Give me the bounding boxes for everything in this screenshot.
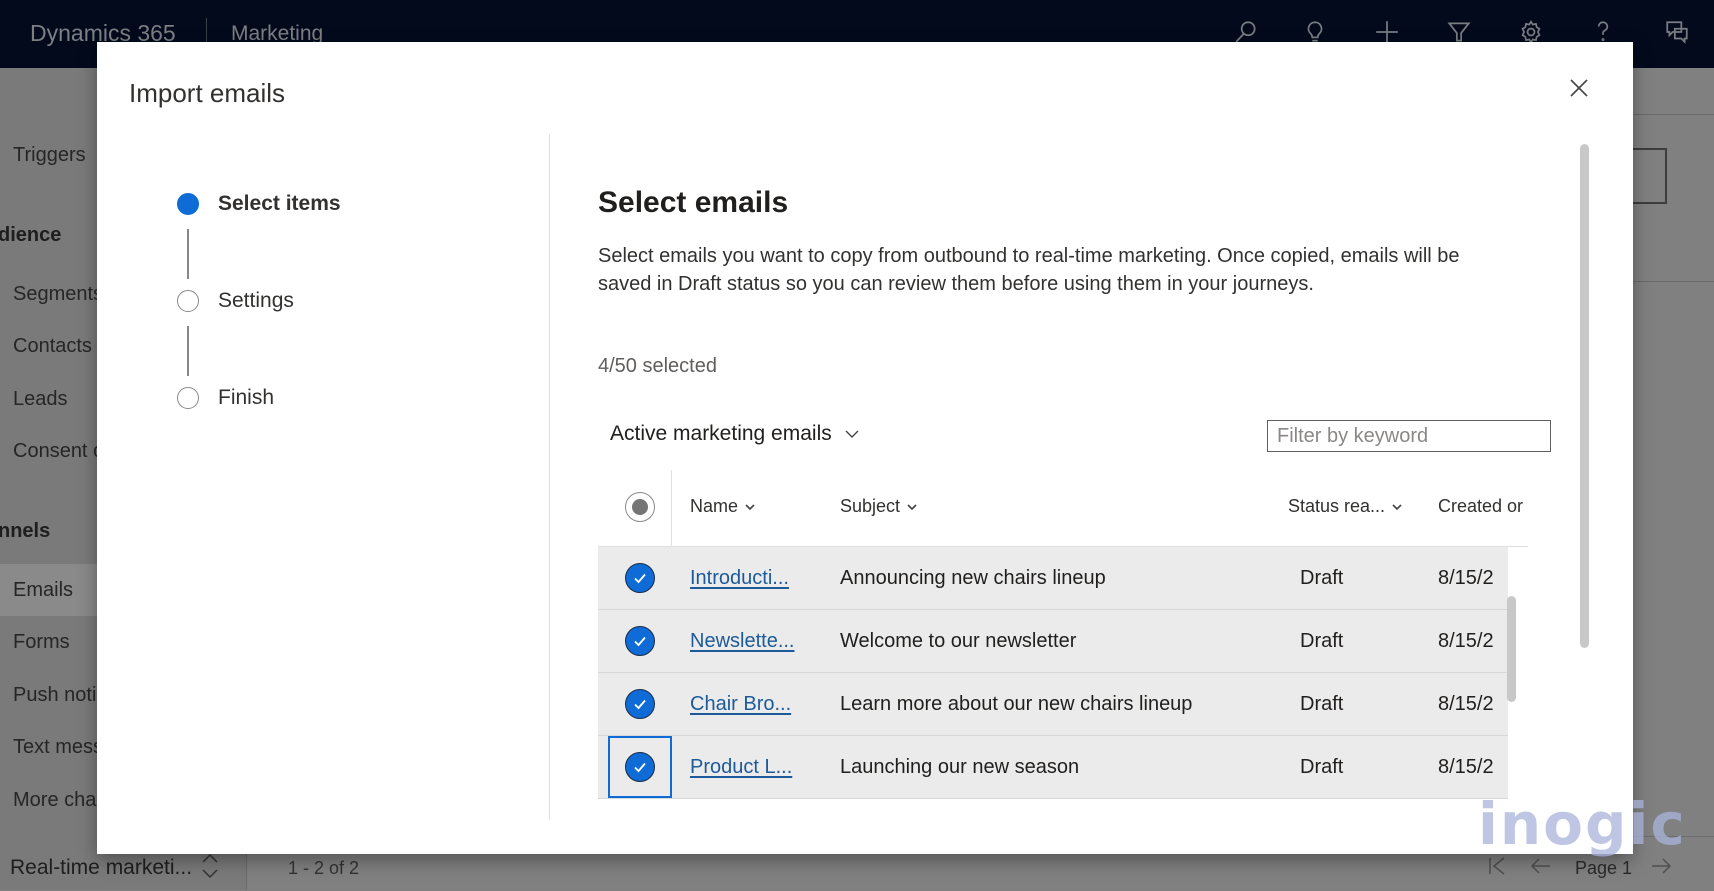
next-page-icon[interactable]: [1650, 855, 1672, 882]
column-header-subject[interactable]: Subject: [840, 496, 918, 517]
table-row[interactable]: Introducti... Announcing new chairs line…: [598, 547, 1508, 610]
import-emails-dialog: Import emails Select items Settings Fini…: [97, 42, 1633, 854]
email-created-on: 8/15/2: [1438, 756, 1494, 778]
background-panel-box: [1633, 148, 1667, 204]
emails-grid: Name Subject Status rea... Created or In…: [598, 470, 1528, 840]
background-divider: [1633, 114, 1714, 115]
step-finish: Finish: [177, 386, 274, 410]
sidebar-item-segments[interactable]: Segments: [13, 283, 103, 306]
dialog-title: Import emails: [129, 78, 286, 108]
sidebar-item-triggers[interactable]: Triggers: [13, 144, 86, 167]
grid-scrollbar[interactable]: [1507, 596, 1516, 702]
step-label: Settings: [218, 289, 294, 312]
step-settings: Settings: [177, 289, 294, 313]
step-label: Finish: [218, 386, 275, 409]
checkmark-icon: [625, 626, 655, 656]
view-selector-label: Active marketing emails: [610, 422, 832, 445]
chevron-down-icon: [907, 503, 917, 510]
sidebar-item-push-notifications[interactable]: Push noti: [13, 684, 96, 707]
content-description: Select emails you want to copy from outb…: [598, 245, 1460, 295]
email-status: Draft: [1300, 693, 1344, 715]
column-header-name[interactable]: Name: [690, 496, 756, 517]
step-active-indicator: [177, 193, 199, 215]
sidebar-item-more-channels[interactable]: More cha: [13, 789, 96, 812]
column-label: Name: [690, 496, 739, 516]
email-subject: Announcing new chairs lineup: [840, 567, 1106, 589]
row-checkbox[interactable]: [608, 673, 672, 735]
step-connector: [187, 326, 189, 376]
row-checkbox[interactable]: [608, 547, 672, 609]
table-row[interactable]: Newslette... Welcome to our newsletter D…: [598, 610, 1508, 673]
column-label: Status rea...: [1288, 496, 1386, 516]
steps-divider: [549, 134, 550, 820]
sidebar-group-audience: dience: [0, 224, 62, 246]
email-status: Draft: [1300, 630, 1344, 652]
column-label: Subject: [840, 496, 901, 516]
chevron-down-icon: [745, 503, 755, 510]
email-created-on: 8/15/2: [1438, 630, 1494, 652]
email-subject: Launching our new season: [840, 756, 1080, 778]
sidebar-group-channels: nnels: [0, 520, 51, 542]
previous-page-icon[interactable]: [1530, 855, 1552, 882]
email-created-on: 8/15/2: [1438, 693, 1494, 715]
email-name-link[interactable]: Product L...: [690, 756, 792, 779]
selected-count: 4/50 selected: [598, 355, 717, 377]
sidebar-item-text-messages[interactable]: Text mess: [13, 736, 103, 759]
column-label: Created or: [1438, 496, 1524, 516]
checkmark-icon: [625, 689, 655, 719]
filter-keyword-input[interactable]: [1267, 420, 1551, 452]
close-icon: [1570, 79, 1588, 97]
column-header-created-on[interactable]: Created or: [1438, 496, 1523, 517]
email-status: Draft: [1300, 567, 1344, 589]
select-all-radio[interactable]: [625, 492, 655, 522]
step-inactive-indicator: [177, 387, 199, 409]
dialog-scrollbar[interactable]: [1580, 144, 1589, 648]
chat-icon[interactable]: [1659, 14, 1695, 50]
email-name-link[interactable]: Chair Bro...: [690, 693, 791, 716]
email-subject: Welcome to our newsletter: [840, 630, 1077, 652]
sidebar-item-emails[interactable]: Emails: [13, 579, 73, 602]
sidebar-item-leads[interactable]: Leads: [13, 388, 68, 411]
step-connector: [187, 229, 189, 279]
row-checkbox[interactable]: [608, 610, 672, 672]
sidebar-item-contacts[interactable]: Contacts: [13, 335, 92, 358]
page-number: Page 1: [1575, 858, 1633, 878]
area-switcher-label[interactable]: Real-time marketi...: [10, 856, 192, 880]
email-name-link[interactable]: Newslette...: [690, 630, 794, 653]
grid-header: Name Subject Status rea... Created or: [598, 470, 1528, 547]
content-heading: Select emails: [598, 186, 789, 219]
checkmark-icon: [625, 563, 655, 593]
sidebar-item-forms[interactable]: Forms: [13, 631, 70, 654]
email-created-on: 8/15/2: [1438, 567, 1494, 589]
record-count: 1 - 2 of 2: [288, 858, 360, 878]
step-label: Select items: [218, 192, 341, 215]
email-subject: Learn more about our new chairs lineup: [840, 693, 1193, 715]
email-name-link[interactable]: Introducti...: [690, 567, 789, 590]
first-page-icon[interactable]: [1486, 855, 1508, 882]
radio-dot: [632, 499, 648, 515]
row-checkbox[interactable]: [608, 736, 672, 798]
email-status: Draft: [1300, 756, 1344, 778]
background-divider: [1633, 281, 1714, 282]
header-separator: [671, 470, 672, 546]
chevron-up-down-icon[interactable]: [200, 852, 220, 880]
chevron-down-icon: [845, 430, 859, 438]
table-row[interactable]: Chair Bro... Learn more about our new ch…: [598, 673, 1508, 736]
close-button[interactable]: [1563, 72, 1595, 104]
step-select-items: Select items: [177, 192, 341, 216]
step-inactive-indicator: [177, 290, 199, 312]
view-selector[interactable]: Active marketing emails: [610, 422, 860, 446]
chevron-down-icon: [1392, 503, 1402, 510]
column-header-status-reason[interactable]: Status rea...: [1288, 496, 1403, 517]
sidebar-item-consent[interactable]: Consent c: [13, 440, 103, 463]
watermark-logo: inogic: [1478, 790, 1687, 858]
checkmark-icon: [625, 752, 655, 782]
table-row[interactable]: Product L... Launching our new season Dr…: [598, 736, 1508, 799]
